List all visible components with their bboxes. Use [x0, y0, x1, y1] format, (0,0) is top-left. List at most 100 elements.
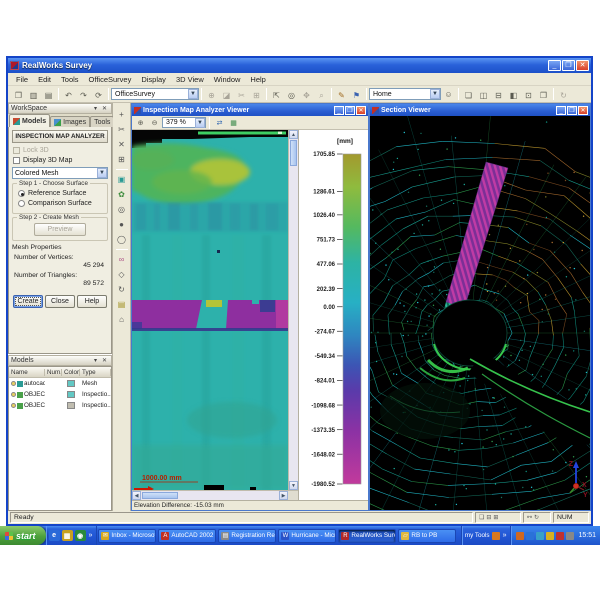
display-options-icon[interactable]: ▦ — [227, 117, 240, 129]
split-horizontal-icon[interactable]: ⊟ — [486, 514, 491, 521]
tray-update-icon[interactable] — [546, 532, 554, 540]
link-views-icon[interactable]: ⚯ — [527, 514, 532, 521]
panel-close-icon[interactable]: ✕ — [100, 105, 109, 112]
app-titlebar[interactable]: RealWorks Survey _ ❐ ✕ — [8, 58, 591, 73]
preview-button[interactable]: Preview — [34, 223, 86, 236]
tab-models[interactable]: Models — [9, 114, 50, 127]
minimize-all-icon[interactable]: ⊡ — [521, 89, 536, 103]
flag-icon[interactable]: ⚑ — [349, 89, 364, 103]
measure-icon[interactable]: ⇱ — [269, 89, 284, 103]
map-horizontal-scrollbar[interactable]: ◀ ▶ — [132, 490, 298, 500]
task-button-realworks-survey[interactable]: RRealWorks Survey — [338, 529, 396, 543]
menu-help[interactable]: Help — [245, 75, 270, 84]
cut-icon[interactable]: ✂ — [234, 89, 249, 103]
print-icon[interactable]: ▤ — [41, 89, 56, 103]
model-row[interactable]: OBJECT...Inspectio... — [9, 389, 111, 400]
task-button-hurricane-micro[interactable]: WHurricane - Micro... — [278, 529, 336, 543]
internet-explorer-icon[interactable]: e — [49, 530, 60, 541]
section-viewer-titlebar[interactable]: Section Viewer _ ❐ ✕ — [370, 104, 590, 116]
create-button[interactable]: Create — [13, 295, 43, 308]
palette-tool-icon[interactable]: ▤ — [114, 298, 129, 312]
zoom-in-icon[interactable]: ⊕ — [134, 117, 147, 129]
minimize-button[interactable]: _ — [556, 106, 566, 115]
section-view-canvas[interactable]: Z X Y — [370, 116, 590, 510]
start-button[interactable]: start — [0, 526, 46, 545]
model-row[interactable]: autocad...Mesh — [9, 378, 111, 389]
target-icon[interactable]: ⊕ — [204, 89, 219, 103]
scroll-down-icon[interactable]: ▼ — [289, 481, 298, 490]
minimize-button[interactable]: _ — [548, 60, 561, 71]
chevron-down-icon[interactable]: ▼ — [97, 168, 107, 178]
col-color[interactable]: Color — [62, 369, 80, 376]
menu-edit[interactable]: Edit — [33, 75, 56, 84]
workflow-combo[interactable]: OfficeSurvey ▼ — [111, 88, 199, 100]
panel-menu-icon[interactable]: ▾ — [91, 357, 100, 364]
display-3d-map-checkbox-row[interactable]: Display 3D Map — [13, 157, 107, 164]
fit-view-icon[interactable]: ⇄ — [213, 117, 226, 129]
tray-volume-icon[interactable] — [536, 532, 544, 540]
col-type[interactable]: Type — [80, 369, 111, 376]
chevron-overflow-icon[interactable]: » — [502, 532, 508, 539]
ellipse-tool-icon[interactable]: ◯ — [114, 233, 129, 247]
inspection-heatmap[interactable]: 1000.00 mm — [132, 130, 288, 490]
delete-tool-icon[interactable]: ✕ — [114, 138, 129, 152]
media-player-icon[interactable]: ◉ — [75, 530, 86, 541]
single-view-icon[interactable]: ❏ — [479, 514, 484, 521]
select-tool-icon[interactable]: + — [114, 108, 129, 122]
scroll-left-icon[interactable]: ◀ — [132, 491, 141, 500]
zoom-tool-icon[interactable]: ⌕ — [314, 89, 329, 103]
task-button-rb-to-pb[interactable]: ▱RB to PB — [398, 529, 456, 543]
map-vertical-scrollbar[interactable]: ▲ ▼ — [288, 130, 298, 490]
task-button-autocad-2002[interactable]: AAutoCAD 2002 — [158, 529, 216, 543]
close-button[interactable]: ✕ — [576, 60, 589, 71]
minimize-button[interactable]: _ — [334, 106, 344, 115]
scroll-up-icon[interactable]: ▲ — [289, 130, 298, 139]
chevron-down-icon[interactable]: ▼ — [188, 89, 198, 99]
chevron-down-icon[interactable]: ▼ — [195, 118, 205, 128]
panel-menu-icon[interactable]: ▾ — [91, 105, 100, 112]
arrange-icon[interactable]: ◧ — [506, 89, 521, 103]
cascade-icon[interactable]: ❏ — [461, 89, 476, 103]
zoom-out-icon[interactable]: ⊖ — [148, 117, 161, 129]
task-button-registration-rep[interactable]: ▤Registration Rep... — [218, 529, 276, 543]
rotate-tool-icon[interactable]: ↻ — [114, 283, 129, 297]
restore-button[interactable]: ❐ — [567, 106, 577, 115]
scrollbar-thumb[interactable] — [142, 492, 178, 499]
target-tool-icon[interactable]: ◎ — [114, 203, 129, 217]
restore-all-icon[interactable]: ❐ — [536, 89, 551, 103]
close-button[interactable]: ✕ — [356, 106, 366, 115]
mesh-type-select[interactable]: Colored Mesh ▼ — [12, 167, 108, 179]
reference-surface-radio[interactable] — [18, 190, 25, 197]
inspect-icon[interactable]: ◎ — [284, 89, 299, 103]
menu-window[interactable]: Window — [209, 75, 246, 84]
menu-tools[interactable]: Tools — [56, 75, 84, 84]
scroll-right-icon[interactable]: ▶ — [279, 491, 288, 500]
chevron-overflow-icon[interactable]: » — [88, 532, 94, 539]
map-viewer-titlebar[interactable]: Inspection Map Analyzer Viewer _ ❐ ✕ — [132, 104, 368, 116]
annotate-icon[interactable]: ✎ — [334, 89, 349, 103]
cut-tool-icon[interactable]: ✂ — [114, 123, 129, 137]
zoom-level-combo[interactable]: 379 % ▼ — [162, 117, 206, 128]
menu-officesurvey[interactable]: OfficeSurvey — [84, 75, 137, 84]
menu-3d-view[interactable]: 3D View — [171, 75, 209, 84]
lock-3d-checkbox[interactable] — [13, 147, 20, 154]
visibility-bulb-icon[interactable] — [11, 392, 16, 397]
menu-display[interactable]: Display — [136, 75, 171, 84]
link-tool-icon[interactable]: ∞ — [114, 253, 129, 267]
region-tool-icon[interactable]: ✿ — [114, 188, 129, 202]
redraw-icon[interactable]: ↻ — [556, 89, 571, 103]
menu-file[interactable]: File — [11, 75, 33, 84]
pan-icon[interactable]: ✥ — [299, 89, 314, 103]
comparison-surface-radio-row[interactable]: Comparison Surface — [18, 200, 103, 207]
refresh-views-icon[interactable]: ↻ — [534, 514, 539, 521]
chevron-down-icon[interactable]: ▼ — [430, 89, 440, 99]
close-analyzer-button[interactable]: Close — [45, 295, 75, 308]
scrollbar-thumb[interactable] — [290, 140, 297, 166]
tile-vertical-icon[interactable]: ⊟ — [491, 89, 506, 103]
tray-security-icon[interactable] — [566, 532, 574, 540]
reference-surface-radio-row[interactable]: Reference Surface — [18, 190, 103, 197]
undo-icon[interactable]: ↶ — [61, 89, 76, 103]
view-combo[interactable]: Home ▼ — [369, 88, 441, 100]
show-desktop-icon[interactable]: ▦ — [62, 530, 73, 541]
my-tools-toolbar[interactable]: my Tools » — [461, 526, 511, 545]
